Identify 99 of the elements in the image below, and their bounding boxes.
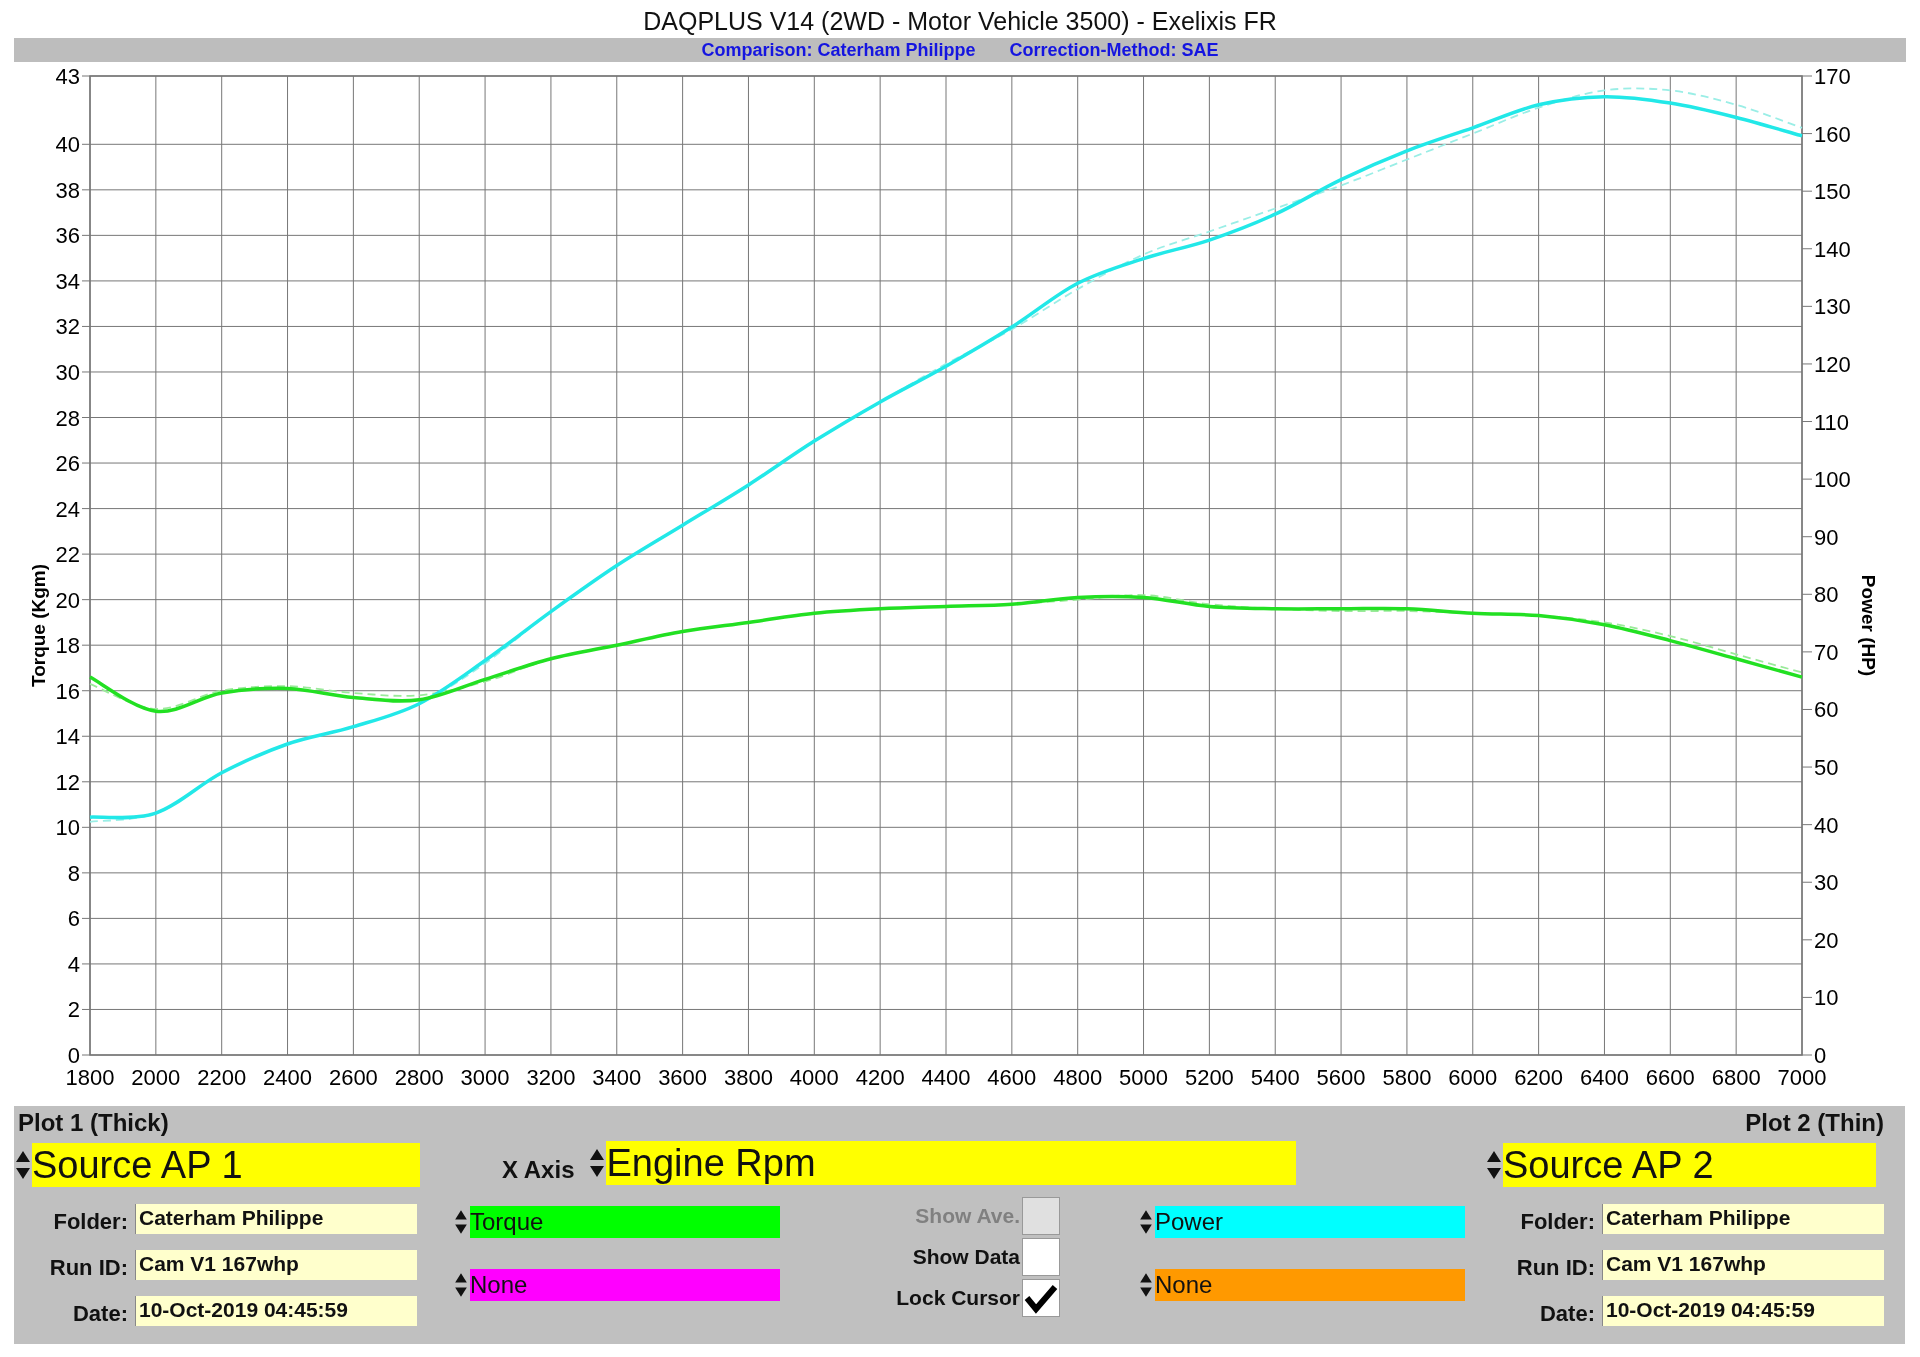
checkbox-label: Show Data <box>912 1245 1020 1269</box>
axis-tick-label: 4200 <box>855 1065 905 1090</box>
axis-tick-label: 40 <box>55 132 80 158</box>
checkbox[interactable] <box>1022 1279 1060 1317</box>
axis-tick-label: 10 <box>1814 985 1839 1011</box>
axis-title: Power (HP) <box>1858 574 1879 677</box>
axis-tick-label: 26 <box>55 451 80 477</box>
checkbox[interactable] <box>1022 1238 1060 1276</box>
plot-label: Plot 2 (Thin) <box>1744 1108 1885 1138</box>
axis-label: X Axis <box>502 1155 575 1184</box>
axis-tick-label: 10 <box>55 815 80 841</box>
axis-tick-label: 43 <box>55 64 80 89</box>
axis-tick-label: 4800 <box>1053 1065 1103 1090</box>
channel-field[interactable]: None <box>1155 1269 1465 1301</box>
x-axis-field[interactable]: Engine Rpm <box>606 1141 1297 1185</box>
axis-tick-label: 34 <box>55 268 80 294</box>
axis-tick-label: 6400 <box>1580 1065 1629 1090</box>
axis-tick-label: 6000 <box>1448 1065 1498 1090</box>
axis-tick-label: 6 <box>67 906 80 932</box>
axis-tick-label: 140 <box>1814 236 1851 262</box>
axis-tick-label: 4 <box>67 951 80 977</box>
field-label: Run ID: <box>1515 1256 1596 1280</box>
source-field[interactable]: Source AP 1 <box>32 1143 420 1187</box>
axis-tick-label: 1800 <box>65 1065 115 1090</box>
axis-tick-label: 36 <box>55 223 80 249</box>
axis-tick-label: 18 <box>55 633 80 659</box>
field-label: Folder: <box>1519 1210 1596 1234</box>
axis-tick-label: 3000 <box>460 1065 510 1090</box>
axis-tick-label: 90 <box>1814 524 1839 550</box>
field-label: Date: <box>72 1302 129 1326</box>
axis-tick-label: 160 <box>1814 121 1851 147</box>
axis-tick-label: 5400 <box>1250 1065 1300 1090</box>
axis-tick-label: 6800 <box>1711 1065 1761 1090</box>
axis-tick-label: 150 <box>1814 179 1851 205</box>
axis-tick-label: 32 <box>55 314 80 340</box>
axis-tick-label: 5800 <box>1382 1065 1432 1090</box>
axis-tick-label: 6600 <box>1645 1065 1695 1090</box>
axis-tick-label: 20 <box>55 587 80 613</box>
axis-tick-label: 3800 <box>724 1065 773 1090</box>
axis-tick-label: 7000 <box>1777 1065 1827 1090</box>
axis-tick-label: 2600 <box>328 1065 378 1090</box>
axis-tick-label: 5000 <box>1119 1065 1168 1090</box>
axis-tick-label: 38 <box>55 177 80 203</box>
axis-tick-label: 120 <box>1814 351 1851 377</box>
axis-tick-label: 4000 <box>789 1065 839 1090</box>
axis-tick-label: 5600 <box>1316 1065 1366 1090</box>
axis-tick-label: 2800 <box>394 1065 444 1090</box>
checkbox-label: Lock Cursor <box>896 1286 1020 1310</box>
axis-tick-label: 110 <box>1814 409 1850 435</box>
axis-tick-label: 4400 <box>921 1065 971 1090</box>
axis-tick-label: 22 <box>55 542 80 568</box>
channel-field[interactable]: Torque <box>470 1206 780 1238</box>
axis-tick-label: 6200 <box>1514 1065 1564 1090</box>
subtitle-text: Comparison: Caterham Philippe <box>701 39 976 61</box>
info-field[interactable]: Cam V1 167whp <box>1602 1250 1884 1280</box>
axis-tick-label: 130 <box>1814 294 1851 320</box>
axis-tick-label: 100 <box>1814 467 1851 493</box>
axis-tick-label: 170 <box>1814 64 1851 89</box>
checkbox-label: Show Ave. <box>915 1204 1020 1228</box>
axis-tick-label: 2400 <box>263 1065 312 1090</box>
axis-tick-label: 70 <box>1814 639 1839 665</box>
axis-tick-label: 40 <box>1814 812 1839 838</box>
field-label: Date: <box>1539 1302 1596 1326</box>
info-field[interactable]: 10-Oct-2019 04:45:59 <box>1602 1296 1884 1326</box>
source-field[interactable]: Source AP 2 <box>1503 1143 1876 1187</box>
axis-tick-label: 5200 <box>1184 1065 1234 1090</box>
axis-tick-label: 0 <box>1814 1043 1827 1068</box>
channel-field[interactable]: None <box>470 1269 780 1301</box>
axis-tick-label: 3600 <box>658 1065 708 1090</box>
axis-tick-label: 50 <box>1814 755 1839 781</box>
subtitle-text: Correction-Method: SAE <box>1009 39 1219 61</box>
axis-tick-label: 2200 <box>197 1065 247 1090</box>
channel-field[interactable]: Power <box>1155 1206 1465 1238</box>
info-field[interactable]: Caterham Philippe <box>1602 1204 1884 1234</box>
axis-tick-label: 2000 <box>131 1065 181 1090</box>
field-label: Folder: <box>52 1210 129 1234</box>
axis-title: Torque (Kgm) <box>28 563 49 688</box>
info-field[interactable]: Caterham Philippe <box>135 1204 417 1234</box>
axis-tick-label: 60 <box>1814 697 1839 723</box>
axis-tick-label: 16 <box>55 678 80 704</box>
axis-tick-label: 20 <box>1814 927 1839 953</box>
axis-tick-label: 2 <box>67 997 80 1023</box>
axis-tick-label: 24 <box>55 496 80 522</box>
axis-tick-label: 3200 <box>526 1065 576 1090</box>
axis-tick-label: 4600 <box>987 1065 1037 1090</box>
axis-tick-label: 80 <box>1814 582 1839 608</box>
axis-tick-label: 8 <box>67 860 80 886</box>
axis-tick-label: 14 <box>55 724 80 750</box>
axis-tick-label: 30 <box>55 360 80 385</box>
field-label: Run ID: <box>48 1256 129 1280</box>
plot-label: Plot 1 (Thick) <box>17 1108 170 1138</box>
axis-tick-label: 3400 <box>592 1065 642 1090</box>
axis-tick-label: 28 <box>55 405 80 431</box>
axis-tick-label: 0 <box>67 1043 80 1068</box>
info-field[interactable]: 10-Oct-2019 04:45:59 <box>135 1296 417 1326</box>
info-field[interactable]: Cam V1 167whp <box>135 1250 417 1280</box>
window-title: DAQPLUS V14 (2WD - Motor Vehicle 3500) - Exelixis FR <box>643 7 1277 35</box>
axis-tick-label: 30 <box>1814 870 1839 896</box>
axis-tick-label: 12 <box>55 769 80 795</box>
